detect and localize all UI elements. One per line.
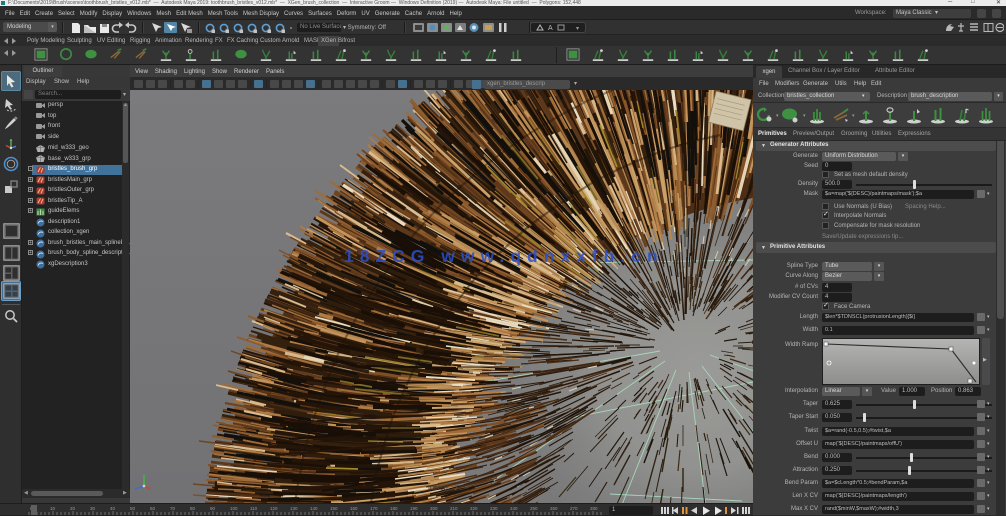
svg-text:18ZCG www.qdnxxfb.cn: 18ZCG www.qdnxxfb.cn bbox=[344, 246, 664, 266]
svg-text:▾: ▾ bbox=[576, 26, 579, 32]
svg-text:persp: persp bbox=[430, 485, 448, 492]
svg-text:A: A bbox=[548, 25, 553, 32]
